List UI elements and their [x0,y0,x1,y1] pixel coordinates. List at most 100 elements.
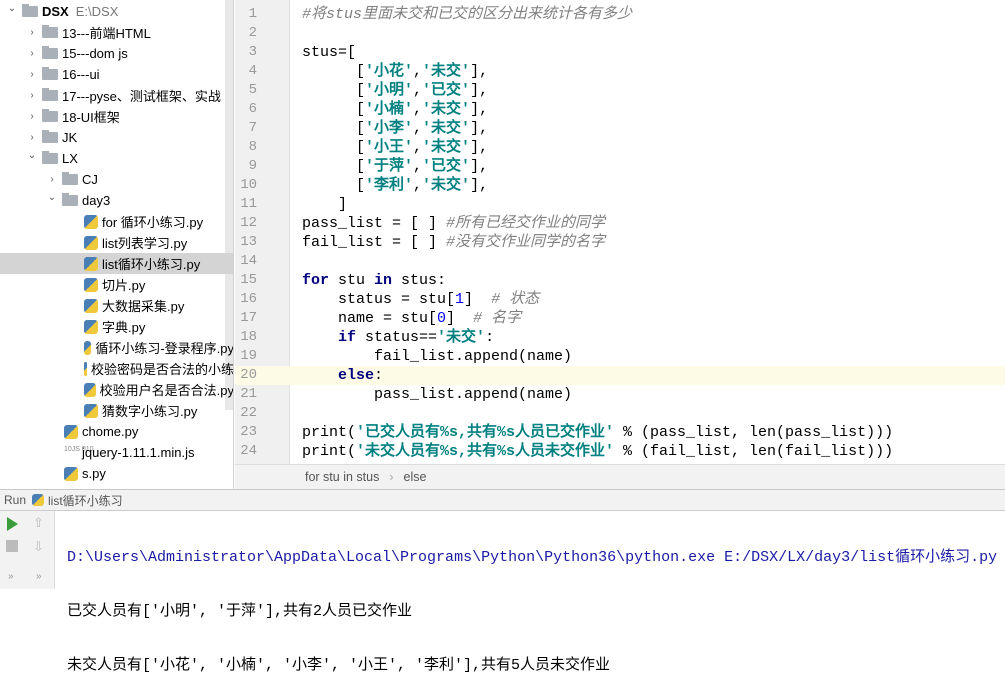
code-line[interactable]: ['李利','未交'], [302,176,488,195]
more-icon[interactable]: » [36,571,42,582]
project-tree: ⌄ DSX E:\DSX › 13---前端HTML › 15---dom js › 16---… [0,0,234,489]
code-token: ], [470,139,489,156]
tree-item-label: jquery-1.11.1.min.js [82,445,195,460]
code-line[interactable]: ['小李','未交'], [302,119,488,138]
chevron-right-icon[interactable]: › [26,69,38,80]
code-line[interactable]: ['小花','未交'], [302,62,488,81]
chevron-down-icon[interactable]: ⌄ [26,150,38,161]
tree-item-label: 15---dom js [62,46,128,61]
code-token: #将stus里面未交和已交的区分出来统计各有多少 [302,6,633,23]
tree-item[interactable]: 大数据采集.py [0,295,233,316]
code-token: , [413,158,423,175]
code-line[interactable]: ['小楠','未交'], [302,100,488,119]
code-line[interactable]: ] [302,195,347,214]
folder-icon [42,46,58,59]
code-token: '小楠' [365,101,414,118]
tree-item-label: 17---pyse、测试框架、实战 [62,89,221,104]
code-line[interactable]: pass_list = [ ] #所有已经交作业的同学 [302,214,605,233]
chevron-down-icon[interactable]: ⌄ [46,192,58,203]
code-token: print( [302,424,357,441]
code-line[interactable]: ['小明','已交'], [302,81,488,100]
tree-item-label: chome.py [82,424,139,439]
chevron-right-icon[interactable]: › [26,27,38,38]
tree-item[interactable]: ⌄ day3 [0,190,233,211]
line-number: 24 [240,443,257,459]
tree-item[interactable]: list循环小练习.py [0,253,233,274]
tree-item[interactable]: list列表学习.py [0,232,233,253]
code-token: if [338,329,357,346]
code-line[interactable]: ['小王','未交'], [302,138,488,157]
rerun-button[interactable] [7,517,18,531]
code-line[interactable]: else: [302,366,383,385]
code-line[interactable]: print('未交人员有%s,共有%s人员未交作业' % (fail_list,… [302,442,893,461]
chevron-right-icon[interactable]: › [26,132,38,143]
code-token: in [374,272,393,289]
tree-item[interactable]: 字典.py [0,316,233,337]
code-line[interactable]: name = stu[0] # 名字 [302,309,521,328]
tree-item[interactable]: chome.py [0,421,233,442]
tree-item[interactable]: ⌄ LX [0,148,233,169]
code-line[interactable]: for stu in stus: [302,271,446,290]
code-token: '于萍' [365,158,414,175]
chevron-right-icon[interactable]: › [26,90,38,101]
code-line[interactable]: #将stus里面未交和已交的区分出来统计各有多少 [302,5,632,24]
tree-item[interactable]: 校验密码是否合法的小练 [0,358,233,379]
code-line[interactable]: fail_list.append(name) [302,347,572,366]
python-file-icon [84,361,87,376]
tree-item[interactable]: › CJ [0,169,233,190]
tree-item[interactable]: ⌄ DSX E:\DSX [0,1,233,22]
scroll-up-button[interactable]: ⇧ [33,515,44,531]
tree-item-label: list列表学习.py [102,236,188,251]
line-number: 4 [248,63,257,79]
code-token: [ [302,120,366,137]
console-output[interactable]: D:\Users\Administrator\AppData\Local\Pro… [55,511,1005,674]
more-icon[interactable]: » [8,571,14,582]
line-number: 9 [248,158,257,174]
tree-item[interactable]: 猜数字小练习.py [0,400,233,421]
folder-icon [62,193,78,206]
chevron-right-icon[interactable]: › [46,174,58,185]
tree-item[interactable]: › 17---pyse、测试框架、实战 [0,85,233,106]
python-file-icon [84,235,98,250]
tree-item[interactable]: s.py [0,463,233,484]
code-token: print( [302,443,357,460]
tree-item[interactable]: › 13---前端HTML [0,22,233,43]
code-line[interactable]: pass_list.append(name) [302,385,572,404]
chevron-right-icon[interactable]: › [26,48,38,59]
code-line[interactable]: fail_list = [ ] #没有交作业同学的名字 [302,233,605,252]
chevron-down-icon[interactable]: ⌄ [6,3,18,14]
tree-item[interactable]: 10JS 010 jquery-1.11.1.min.js [0,442,233,463]
tree-item[interactable]: for 循环小练习.py [0,211,233,232]
code-token: '小王' [365,139,414,156]
tree-item[interactable]: › 18-UI框架 [0,106,233,127]
tree-item[interactable]: 循环小练习-登录程序.py [0,337,233,358]
scroll-down-button[interactable]: ⇩ [33,539,44,555]
line-number: 19 [240,348,257,364]
code-line[interactable]: ['于萍','已交'], [302,157,488,176]
tree-item[interactable]: › 15---dom js [0,43,233,64]
line-number: 13 [240,234,257,250]
code-line[interactable]: if status=='未交': [302,328,494,347]
chevron-right-icon[interactable]: › [26,111,38,122]
code-line[interactable]: stus=[ [302,43,356,62]
line-number: 21 [240,386,257,402]
tree-item[interactable]: 切片.py [0,274,233,295]
code-token: '未交人员有%s,共有%s人员未交作业' [356,443,615,460]
run-config-tab[interactable]: list循环小练习 [48,492,123,509]
run-label: Run [4,493,27,507]
tree-item[interactable]: 校验用户名是否合法.py [0,379,233,400]
python-file-icon [84,340,92,355]
tree-item[interactable]: › 16---ui [0,64,233,85]
python-file-icon [84,277,98,292]
code-token: stu [329,272,375,289]
code-line[interactable]: status = stu[1] # 状态 [302,290,539,309]
code-token: ] [464,291,492,308]
tree-item[interactable]: › JK [0,127,233,148]
python-file-icon [84,319,98,334]
code-token: [ [302,82,366,99]
code-editor[interactable]: 1 2 3 4 5 6 7 8 9 10 11 12 13 14 15 16 17 18 19 20 21 22 23 24 … [235,0,1005,464]
stop-button[interactable] [6,540,18,552]
code-line[interactable]: print('已交人员有%s,共有%s人员已交作业' % (pass_list,… [302,423,893,442]
breadcrumb-item[interactable]: else [404,470,427,484]
breadcrumb-item[interactable]: for stu in stus [305,470,379,484]
